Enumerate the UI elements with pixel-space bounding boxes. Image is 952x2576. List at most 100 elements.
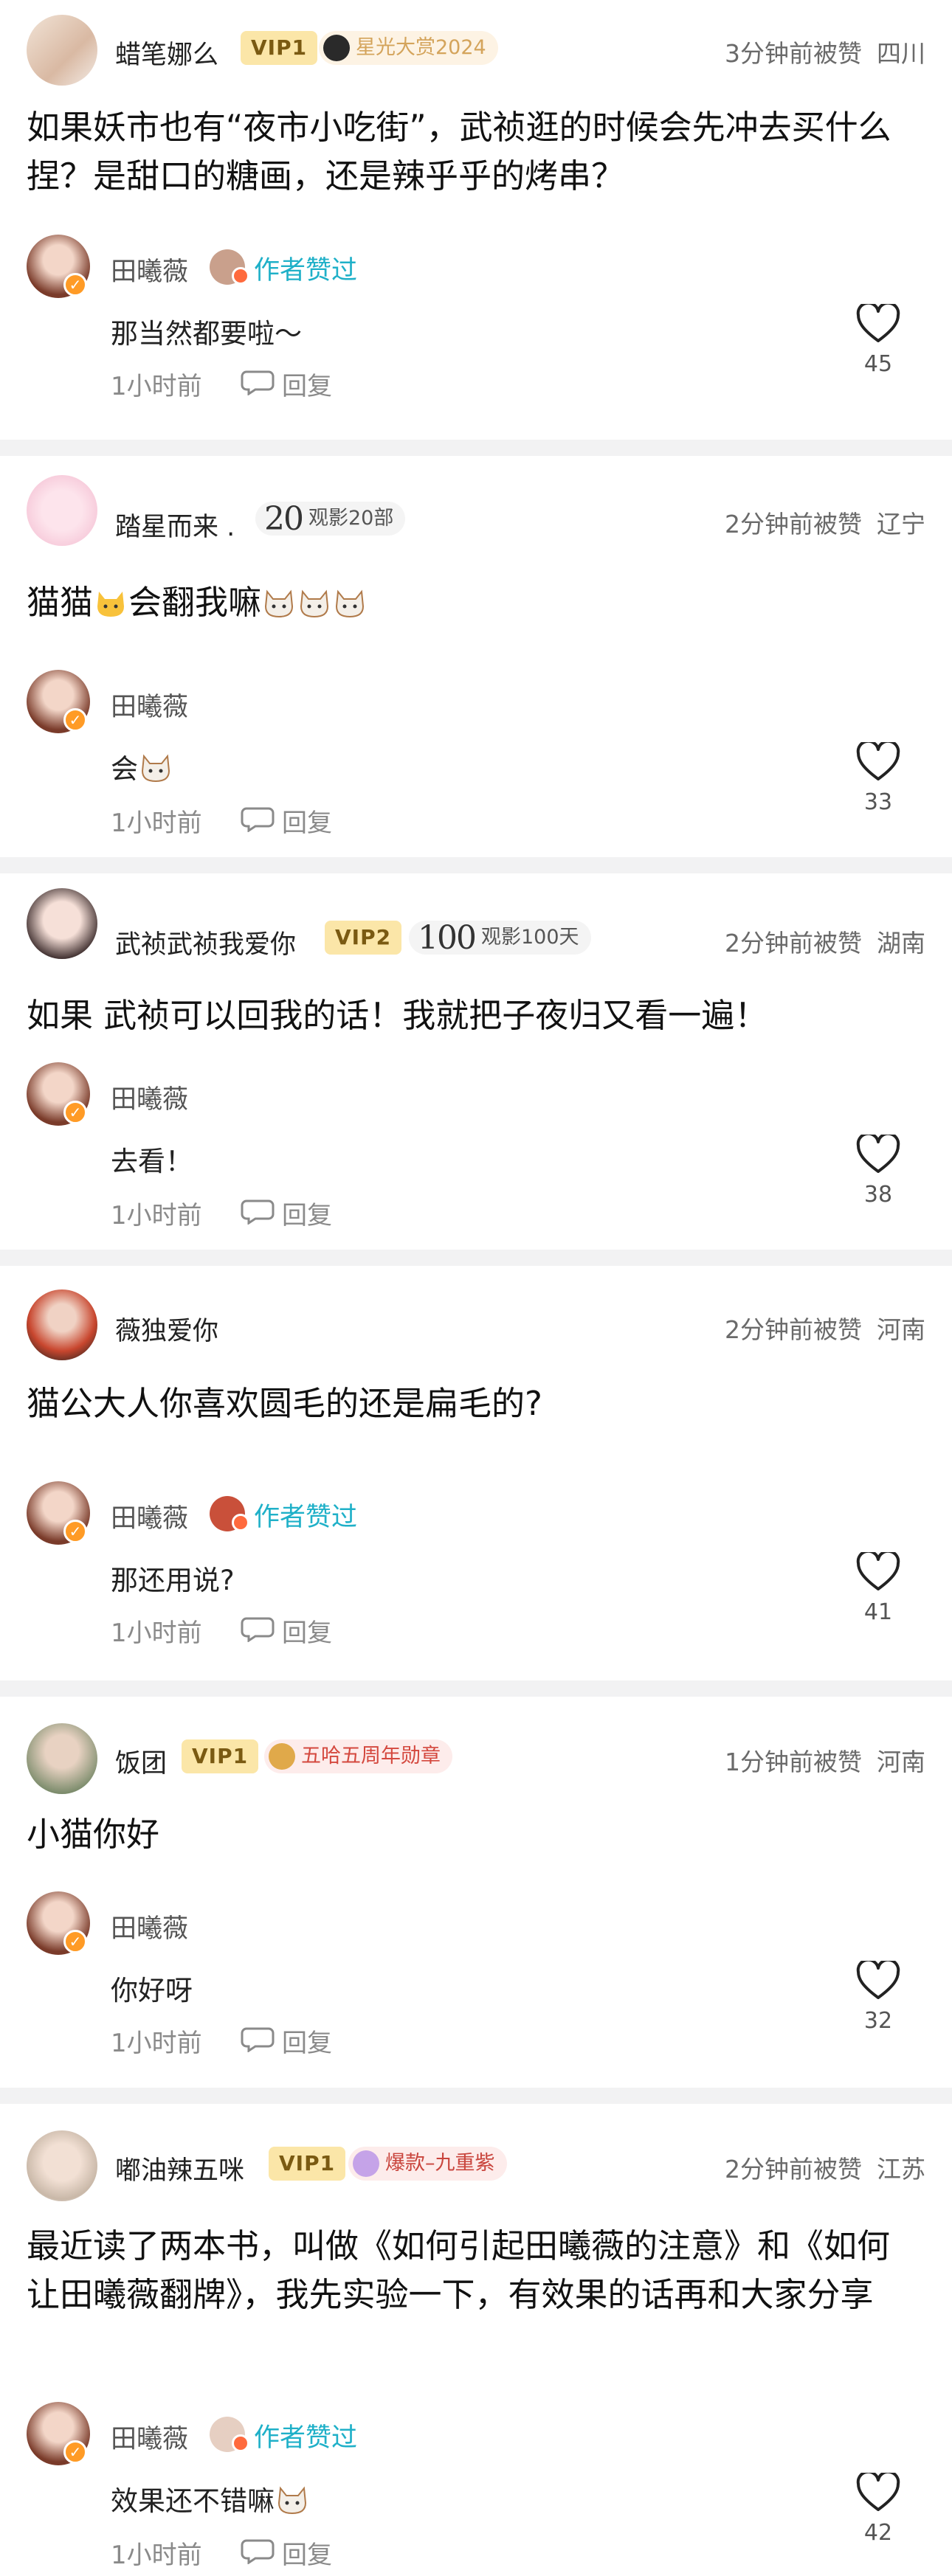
medal-badge: 100 观影100天 xyxy=(409,921,591,955)
show-medal-icon xyxy=(353,2150,379,2177)
author-liked-tag: 作者赞过 xyxy=(210,2417,357,2454)
verified-badge-icon: ✓ xyxy=(63,1520,87,1543)
verified-badge-icon: ✓ xyxy=(63,273,87,297)
commenter-avatar[interactable] xyxy=(27,1723,97,1794)
author-liked-label: 作者赞过 xyxy=(254,256,358,285)
reply-label: 回复 xyxy=(282,809,332,838)
thread-separator xyxy=(0,440,952,456)
comment-text: 猫公大人你喜欢圆毛的还是扁毛的? xyxy=(27,1384,542,1423)
medal-badge: 爆款–九重紫 xyxy=(348,2147,507,2181)
reply-time: 1小时前 xyxy=(111,372,202,401)
heart-dot-icon xyxy=(232,1514,249,1531)
comment-meta: 1分钟前被赞 河南 xyxy=(725,1742,925,1778)
reply-bubble-icon xyxy=(241,2539,275,2564)
medal-label: 星光大赏2024 xyxy=(356,36,486,59)
region: 湖南 xyxy=(877,929,925,958)
reply-bubble-icon xyxy=(241,807,275,832)
medal-label: 观影100天 xyxy=(480,926,579,949)
cat-emoji-icon xyxy=(139,753,172,783)
reply-label: 回复 xyxy=(282,2029,332,2058)
comment-thread-3: 武祯武祯我爱你 VIP2 100 观影100天 2分钟前被赞 湖南 如果 武祯可以回… xyxy=(0,873,952,1250)
reply-button[interactable]: 回复 xyxy=(241,2023,332,2059)
like-count: 33 xyxy=(863,789,893,815)
heart-outline-icon xyxy=(856,739,900,780)
comment-thread-5: 饭团 VIP1 五哈五周年勋章 1分钟前被赞 河南 小猫你好 ✓ 田曦薇 你好呀 … xyxy=(0,1697,952,2088)
cat-emoji-icon xyxy=(263,583,295,618)
commenter-avatar[interactable] xyxy=(27,1289,97,1360)
reply-label: 回复 xyxy=(282,1201,332,1230)
region: 辽宁 xyxy=(877,510,925,539)
like-button[interactable]: 32 xyxy=(849,1958,908,2034)
reply-text: 那当然都要啦～ xyxy=(111,318,302,350)
star-medal-icon xyxy=(323,35,350,61)
medal-badge: 星光大赏2024 xyxy=(319,31,498,65)
reply-button[interactable]: 回复 xyxy=(241,366,332,402)
commenter-avatar[interactable] xyxy=(27,888,97,959)
verified-badge-icon: ✓ xyxy=(63,1930,87,1953)
comment-text: 如果妖市也有“夜市小吃街”，武祯逛的时候会先冲去买什么捏？是甜口的糖画，还是辣乎… xyxy=(27,108,891,195)
like-button[interactable]: 42 xyxy=(849,2470,908,2546)
heart-outline-icon xyxy=(856,1132,900,1173)
reply-label: 回复 xyxy=(282,2541,332,2570)
cat-emoji-icon xyxy=(334,583,366,618)
reply-text: 会 xyxy=(111,747,173,786)
reply-author[interactable]: 田曦薇 xyxy=(111,686,188,724)
commenter-name[interactable]: 踏星而来 . xyxy=(115,506,235,544)
anniversary-medal-icon xyxy=(269,1743,295,1770)
commenter-name[interactable]: 蜡笔娜么 xyxy=(115,34,218,72)
heart-outline-icon xyxy=(856,2470,900,2511)
commenter-name[interactable]: 饭团 xyxy=(115,1742,167,1780)
region: 河南 xyxy=(877,1748,925,1776)
reply-author[interactable]: 田曦薇 xyxy=(111,1078,188,1116)
reply-button[interactable]: 回复 xyxy=(241,1195,332,1231)
comment-meta: 2分钟前被赞 河南 xyxy=(725,1310,925,1346)
reply-button[interactable]: 回复 xyxy=(241,2535,332,2571)
reply-author[interactable]: 田曦薇 xyxy=(111,1498,188,1535)
like-button[interactable]: 38 xyxy=(849,1132,908,1208)
comment-text: 如果 武祯可以回我的话！我就把子夜归又看一遍！ xyxy=(27,996,768,1035)
liked-time: 2分钟前被赞 xyxy=(725,1315,862,1344)
author-liked-tag: 作者赞过 xyxy=(210,1496,357,1534)
reply-text: 那还用说? xyxy=(111,1565,235,1596)
thread-separator xyxy=(0,1250,952,1266)
reply-author[interactable]: 田曦薇 xyxy=(111,1908,188,1945)
commenter-avatar[interactable] xyxy=(27,15,97,86)
cat-emoji-icon xyxy=(298,583,331,618)
commenter-name[interactable]: 薇独爱你 xyxy=(115,1310,218,1348)
like-button[interactable]: 45 xyxy=(849,301,908,377)
heart-dot-icon xyxy=(232,267,249,285)
reply-author[interactable]: 田曦薇 xyxy=(111,2418,188,2456)
reply-button[interactable]: 回复 xyxy=(241,803,332,839)
cat-emoji-icon xyxy=(94,583,127,617)
liked-time: 2分钟前被赞 xyxy=(725,929,862,958)
author-liked-tag: 作者赞过 xyxy=(210,249,357,287)
comment-text: 猫猫 会翻我嘛 xyxy=(27,578,920,627)
cat-emoji-icon xyxy=(276,2485,308,2515)
thread-separator xyxy=(0,2088,952,2104)
reply-author[interactable]: 田曦薇 xyxy=(111,251,188,288)
reply-time: 1小时前 xyxy=(111,1201,202,1230)
like-button[interactable]: 41 xyxy=(849,1549,908,1625)
reply-bubble-icon xyxy=(241,1199,275,1225)
commenter-name[interactable]: 武祯武祯我爱你 xyxy=(115,924,296,961)
comment-meta: 2分钟前被赞 湖南 xyxy=(725,924,925,959)
comment-meta: 2分钟前被赞 江苏 xyxy=(725,2150,925,2185)
heart-outline-icon xyxy=(856,301,900,342)
commenter-avatar[interactable] xyxy=(27,475,97,546)
liked-time: 3分钟前被赞 xyxy=(725,39,862,68)
comment-meta: 3分钟前被赞 四川 xyxy=(725,34,925,69)
comment-text: 最近读了两本书，叫做《如何引起田曦薇的注意》和《如何让田曦薇翻牌》，我先实验一下… xyxy=(27,2226,891,2314)
like-count: 41 xyxy=(863,1599,893,1625)
liked-time: 1分钟前被赞 xyxy=(725,1748,862,1776)
reply-text: 你好呀 xyxy=(111,1975,193,2007)
like-count: 42 xyxy=(863,2520,893,2546)
reply-time: 1小时前 xyxy=(111,2029,202,2058)
reply-button[interactable]: 回复 xyxy=(241,1613,332,1649)
reply-time: 1小时前 xyxy=(111,2541,202,2570)
commenter-avatar[interactable] xyxy=(27,2130,97,2201)
like-button[interactable]: 33 xyxy=(849,739,908,815)
reply-text: 去看！ xyxy=(111,1146,193,1177)
commenter-name[interactable]: 嘟油辣五咪 xyxy=(115,2150,244,2187)
reply-time: 1小时前 xyxy=(111,1618,202,1648)
author-liked-label: 作者赞过 xyxy=(254,2423,358,2453)
